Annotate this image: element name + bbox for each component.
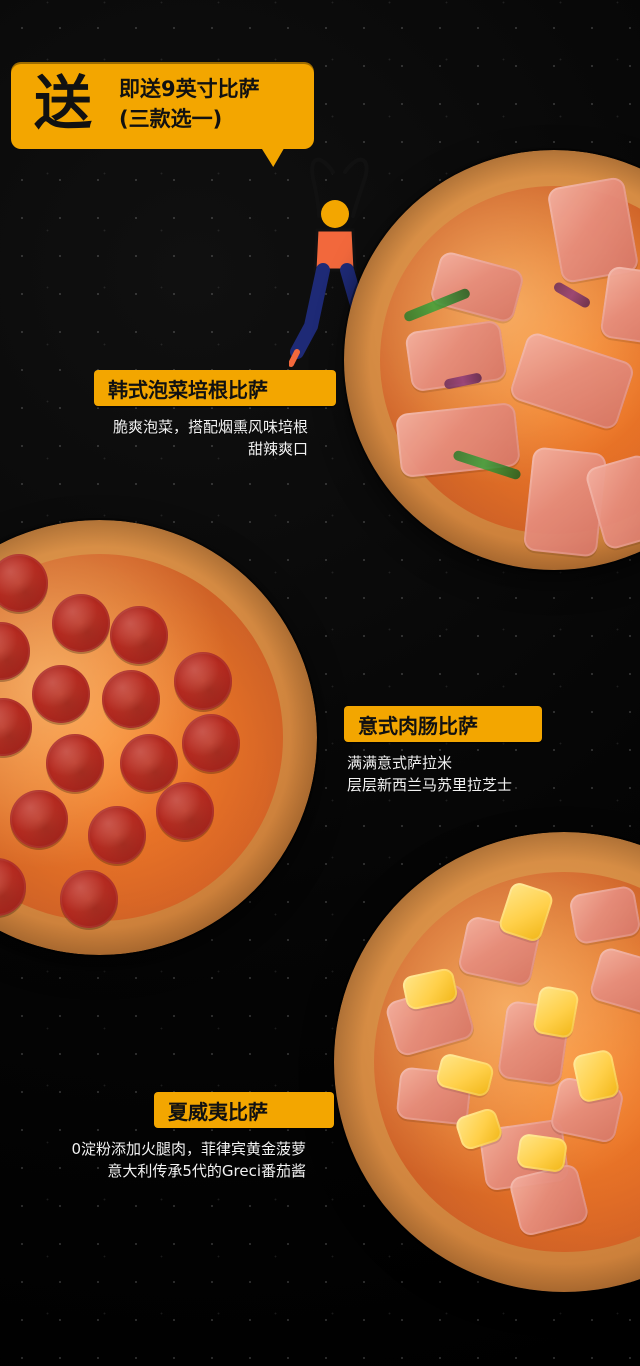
- pepperoni-slice: [10, 790, 68, 848]
- pepperoni-slice: [120, 734, 178, 792]
- pepperoni-slice: [102, 670, 160, 728]
- hawaiian-description: 0淀粉添加火腿肉，菲律宾黄金菠萝 意大利传承5代的Greci番茄酱: [30, 1138, 306, 1182]
- description-line-1: 0淀粉添加火腿肉，菲律宾黄金菠萝: [71, 1140, 306, 1158]
- description-line-1: 满满意式萨拉米: [347, 754, 453, 772]
- kimchi-bacon-description: 脆爽泡菜，搭配烟熏风味培根 甜辣爽口: [70, 416, 308, 460]
- pineapple-chunk: [532, 984, 580, 1040]
- hawaiian-label: 夏威夷比萨: [154, 1092, 334, 1128]
- kimchi-bacon-label: 韩式泡菜培根比萨: [94, 370, 336, 406]
- pepperoni-slice: [110, 606, 168, 664]
- pepperoni-slice: [46, 734, 104, 792]
- promo-big-character: 送: [34, 69, 95, 137]
- pepperoni-slice: [60, 870, 118, 928]
- promo-line-1: 即送9英寸比萨: [119, 77, 260, 101]
- description-line-2: 层层新西兰马苏里拉芝士: [347, 776, 513, 794]
- pepperoni-slice: [88, 806, 146, 864]
- pepperoni-slice: [32, 665, 90, 723]
- pepperoni-slice: [174, 652, 232, 710]
- pepperoni-slice: [156, 782, 214, 840]
- pepperoni-slice: [182, 714, 240, 772]
- promo-text: 即送9英寸比萨 (三款选一): [119, 74, 260, 134]
- pizza-name: 韩式泡菜培根比萨: [108, 377, 268, 402]
- pineapple-chunk: [515, 1132, 569, 1174]
- promo-page: 送 即送9英寸比萨 (三款选一) 韩式泡菜培根比萨 脆爽泡菜，搭配烟熏风味培根 …: [0, 0, 640, 1366]
- pizza-name: 意式肉肠比萨: [358, 713, 478, 738]
- pepperoni-slice: [52, 594, 110, 652]
- pizza-name: 夏威夷比萨: [168, 1099, 268, 1124]
- pepperoni-label: 意式肉肠比萨: [344, 706, 542, 742]
- pepperoni-description: 满满意式萨拉米 层层新西兰马苏里拉芝士: [347, 752, 607, 796]
- description-line-2: 意大利传承5代的Greci番茄酱: [107, 1162, 306, 1180]
- description-line-1: 脆爽泡菜，搭配烟熏风味培根: [112, 418, 308, 436]
- promo-line-2: (三款选一): [119, 107, 223, 131]
- free-pizza-bubble: 送 即送9英寸比萨 (三款选一): [11, 62, 314, 149]
- description-line-2: 甜辣爽口: [247, 440, 308, 458]
